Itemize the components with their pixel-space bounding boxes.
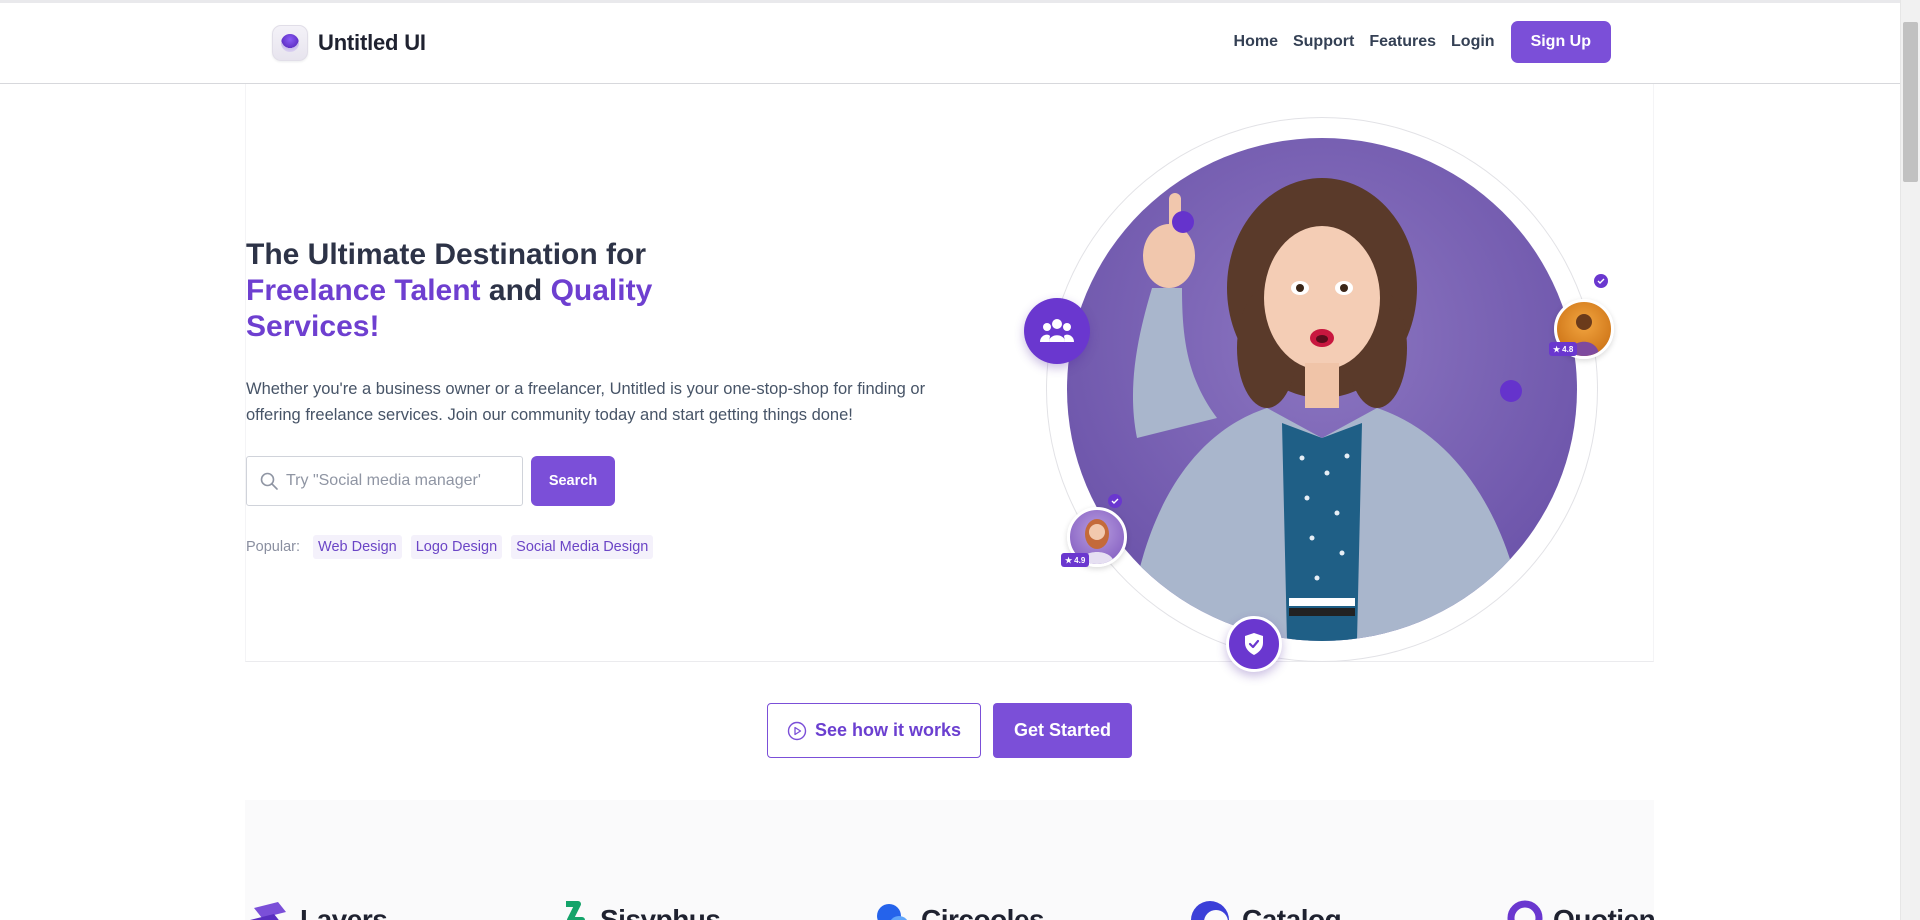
sisyphus-logo-icon <box>566 901 585 920</box>
layers-logo-icon <box>250 902 286 920</box>
star-icon: ★ <box>1065 555 1073 565</box>
users-icon <box>1040 319 1074 342</box>
logo-layers: Layers <box>248 900 388 920</box>
site-header: Untitled UI Home Support Features Login … <box>0 3 1900 84</box>
star-icon: ★ <box>1553 344 1561 354</box>
decor-dot <box>1500 380 1522 402</box>
partner-logos: Layers Sisyphus Circooles Catalog Quotie… <box>245 800 1654 920</box>
logo-quotient: Quotient <box>1507 900 1654 920</box>
popular-tag-web-design[interactable]: Web Design <box>313 535 402 559</box>
search-button[interactable]: Search <box>531 456 615 506</box>
brand-mark-icon <box>272 25 308 61</box>
rating-badge-right: ★ 4.8 <box>1549 342 1578 356</box>
sign-up-button[interactable]: Sign Up <box>1510 21 1611 63</box>
catalog-logo-icon <box>1191 901 1229 920</box>
hero-title-line1: The Ultimate Destination for <box>246 238 647 271</box>
see-how-it-works-label: See how it works <box>814 720 962 740</box>
community-badge <box>1024 298 1090 364</box>
rating-badge-left: ★ 4.9 <box>1061 553 1090 567</box>
popular-tags: Popular: Web Design Logo Design Social M… <box>246 535 654 559</box>
verified-icon <box>1594 274 1608 288</box>
logo-sisyphus: Sisyphus <box>560 900 721 920</box>
nav-home[interactable]: Home <box>1234 33 1278 51</box>
rating-value-right: 4.8 <box>1562 344 1574 354</box>
popular-tag-social-media-design[interactable]: Social Media Design <box>511 535 654 559</box>
hero-title-accent-freelance: Freelance Talent <box>246 274 481 307</box>
page-scrollbar[interactable] <box>1900 0 1920 920</box>
main-nav: Home Support Features Login Sign Up <box>1234 21 1611 63</box>
popular-tag-logo-design[interactable]: Logo Design <box>410 535 503 559</box>
hero-description: Whether you're a business owner or a fre… <box>246 380 926 424</box>
nav-support[interactable]: Support <box>1293 33 1354 51</box>
hero-title-and: and <box>488 274 543 307</box>
popular-label: Popular: <box>246 539 301 555</box>
search-field[interactable] <box>246 456 523 506</box>
see-how-it-works-button[interactable]: See how it works <box>767 703 981 758</box>
logo-quotient-name: Quotient <box>1553 904 1654 920</box>
logo-circooles: Circooles <box>875 900 1045 920</box>
security-badge <box>1226 616 1282 672</box>
quotient-logo-icon <box>1507 900 1543 920</box>
decor-dot <box>1172 211 1194 233</box>
logo-sisyphus-name: Sisyphus <box>600 904 721 920</box>
nav-features[interactable]: Features <box>1369 33 1436 51</box>
scrollbar-thumb[interactable] <box>1903 22 1918 182</box>
shield-check-icon <box>1245 633 1263 655</box>
play-circle-icon <box>787 721 807 740</box>
search-input[interactable] <box>286 472 506 490</box>
search-icon <box>260 472 278 490</box>
circooles-logo-icon <box>877 904 907 920</box>
hero-title-accent-quality: Quality <box>550 274 653 307</box>
get-started-button[interactable]: Get Started <box>993 703 1132 758</box>
verified-icon <box>1108 494 1122 508</box>
brand-logo[interactable]: Untitled UI <box>272 25 426 61</box>
logo-layers-name: Layers <box>300 904 388 920</box>
logo-catalog-name: Catalog <box>1242 904 1342 920</box>
nav-login[interactable]: Login <box>1451 33 1495 51</box>
brand-name: Untitled UI <box>318 30 426 55</box>
logo-catalog: Catalog <box>1190 900 1342 920</box>
hero-title-accent-services: Services! <box>246 310 380 343</box>
rating-value-left: 4.9 <box>1074 555 1086 565</box>
hero-title: The Ultimate Destination for Freelance T… <box>246 237 706 345</box>
logo-circooles-name: Circooles <box>921 904 1045 920</box>
